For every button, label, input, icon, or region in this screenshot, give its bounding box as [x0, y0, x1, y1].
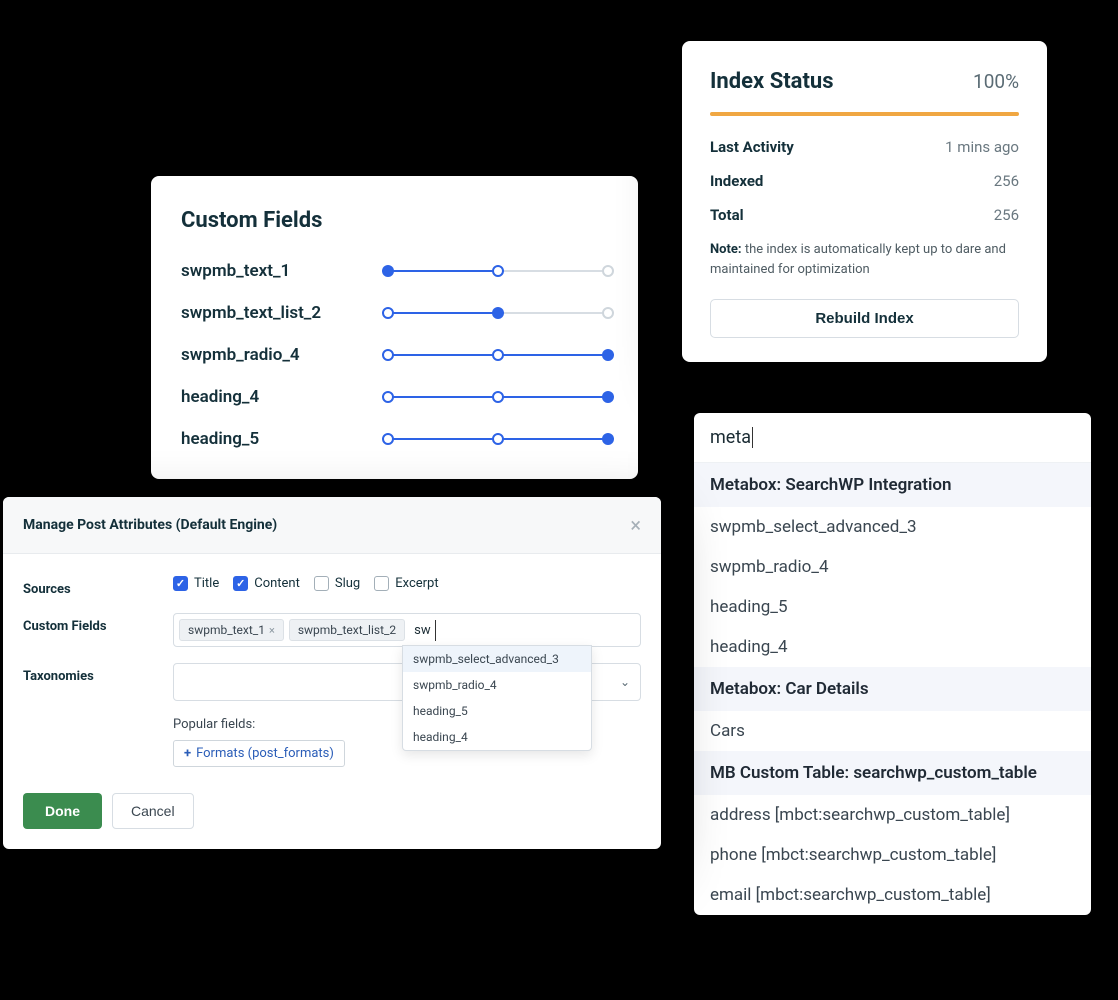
autocomplete-panel: meta Metabox: SearchWP Integrationswpmb_…	[694, 413, 1091, 915]
custom-fields-title: Custom Fields	[181, 208, 608, 233]
index-progress-bar	[710, 112, 1019, 116]
slider-handle[interactable]	[602, 391, 614, 403]
manage-attributes-modal: Manage Post Attributes (Default Engine) …	[3, 497, 661, 849]
custom-field-label: heading_4	[181, 387, 259, 407]
index-status-row: Total 256	[710, 206, 1019, 224]
slider-handle[interactable]	[492, 307, 504, 319]
slider-handle[interactable]	[492, 265, 504, 277]
custom-fields-dropdown: swpmb_select_advanced_3swpmb_radio_4head…	[402, 645, 592, 751]
custom-field-label: swpmb_text_list_2	[181, 303, 321, 323]
slider-handle[interactable]	[382, 433, 394, 445]
slider-handle[interactable]	[492, 433, 504, 445]
modal-title: Manage Post Attributes (Default Engine)	[23, 517, 277, 533]
slider-handle[interactable]	[382, 265, 394, 277]
autocomplete-item[interactable]: heading_4	[694, 627, 1091, 667]
custom-fields-input[interactable]: swpmb_text_1×swpmb_text_list_2 sw swpmb_…	[173, 613, 641, 647]
slider-handle[interactable]	[602, 307, 614, 319]
taxonomies-label: Taxonomies	[23, 663, 173, 684]
slider-handle[interactable]	[602, 265, 614, 277]
autocomplete-item[interactable]: swpmb_select_advanced_3	[694, 507, 1091, 547]
slider-handle[interactable]	[602, 349, 614, 361]
autocomplete-item[interactable]: phone [mbct:searchwp_custom_table]	[694, 835, 1091, 875]
index-status-row: Last Activity 1 mins ago	[710, 138, 1019, 156]
custom-field-label: heading_5	[181, 429, 259, 449]
custom-fields-typed: sw	[410, 620, 435, 641]
checkbox-icon	[173, 576, 188, 591]
dropdown-item[interactable]: heading_5	[403, 698, 591, 724]
custom-field-row: heading_5	[181, 429, 608, 449]
weight-slider[interactable]	[388, 393, 608, 401]
checkbox-icon	[374, 576, 389, 591]
autocomplete-item[interactable]: heading_5	[694, 587, 1091, 627]
chevron-down-icon: ⌄	[620, 675, 630, 689]
cancel-button[interactable]: Cancel	[112, 793, 194, 829]
slider-handle[interactable]	[382, 307, 394, 319]
checkbox-label: Slug	[335, 576, 360, 591]
weight-slider[interactable]	[388, 309, 608, 317]
autocomplete-input[interactable]: meta	[694, 413, 1091, 463]
index-row-label: Indexed	[710, 172, 763, 190]
autocomplete-group-header: MB Custom Table: searchwp_custom_table	[694, 751, 1091, 795]
field-token[interactable]: swpmb_text_1×	[179, 619, 284, 641]
slider-handle[interactable]	[382, 349, 394, 361]
custom-fields-label: Custom Fields	[23, 613, 173, 634]
checkbox-label: Excerpt	[395, 576, 438, 591]
done-button[interactable]: Done	[23, 793, 102, 829]
source-checkbox[interactable]: Content	[233, 576, 300, 591]
index-status-row: Indexed 256	[710, 172, 1019, 190]
checkbox-icon	[314, 576, 329, 591]
remove-token-icon[interactable]: ×	[269, 624, 275, 637]
custom-field-row: swpmb_text_1	[181, 261, 608, 281]
source-checkbox[interactable]: Slug	[314, 576, 360, 591]
slider-handle[interactable]	[602, 433, 614, 445]
index-row-label: Last Activity	[710, 138, 794, 156]
autocomplete-group-header: Metabox: Car Details	[694, 667, 1091, 711]
autocomplete-item[interactable]: address [mbct:searchwp_custom_table]	[694, 795, 1091, 835]
close-icon[interactable]: ×	[630, 515, 641, 535]
slider-handle[interactable]	[382, 391, 394, 403]
checkbox-label: Title	[194, 576, 219, 591]
formats-button[interactable]: + Formats (post_formats)	[173, 740, 345, 767]
slider-handle[interactable]	[492, 349, 504, 361]
index-row-label: Total	[710, 206, 744, 224]
autocomplete-group-header: Metabox: SearchWP Integration	[694, 463, 1091, 507]
weight-slider[interactable]	[388, 267, 608, 275]
rebuild-index-button[interactable]: Rebuild Index	[710, 299, 1019, 338]
weight-slider[interactable]	[388, 435, 608, 443]
plus-icon: +	[184, 746, 191, 761]
custom-field-row: swpmb_text_list_2	[181, 303, 608, 323]
index-status-panel: Index Status 100% Last Activity 1 mins ag…	[682, 41, 1047, 362]
source-checkbox[interactable]: Title	[173, 576, 219, 591]
custom-field-label: swpmb_text_1	[181, 261, 290, 281]
custom-field-label: swpmb_radio_4	[181, 345, 300, 365]
custom-fields-panel: Custom Fields swpmb_text_1 swpmb_text_lis…	[151, 176, 638, 479]
custom-field-row: swpmb_radio_4	[181, 345, 608, 365]
dropdown-item[interactable]: heading_4	[403, 724, 591, 750]
index-row-value: 256	[994, 172, 1019, 190]
field-token[interactable]: swpmb_text_list_2	[289, 619, 405, 641]
autocomplete-item[interactable]: email [mbct:searchwp_custom_table]	[694, 875, 1091, 915]
index-status-note: Note: the index is automatically kept up…	[710, 240, 1019, 279]
checkbox-label: Content	[254, 576, 300, 591]
index-row-value: 1 mins ago	[945, 138, 1019, 156]
dropdown-item[interactable]: swpmb_select_advanced_3	[403, 646, 591, 672]
slider-handle[interactable]	[492, 391, 504, 403]
custom-field-row: heading_4	[181, 387, 608, 407]
sources-label: Sources	[23, 576, 173, 597]
autocomplete-item[interactable]: swpmb_radio_4	[694, 547, 1091, 587]
source-checkbox[interactable]: Excerpt	[374, 576, 438, 591]
weight-slider[interactable]	[388, 351, 608, 359]
index-status-title: Index Status	[710, 69, 834, 94]
autocomplete-item[interactable]: Cars	[694, 711, 1091, 751]
index-row-value: 256	[994, 206, 1019, 224]
checkbox-icon	[233, 576, 248, 591]
index-status-percent: 100%	[973, 70, 1019, 93]
dropdown-item[interactable]: swpmb_radio_4	[403, 672, 591, 698]
